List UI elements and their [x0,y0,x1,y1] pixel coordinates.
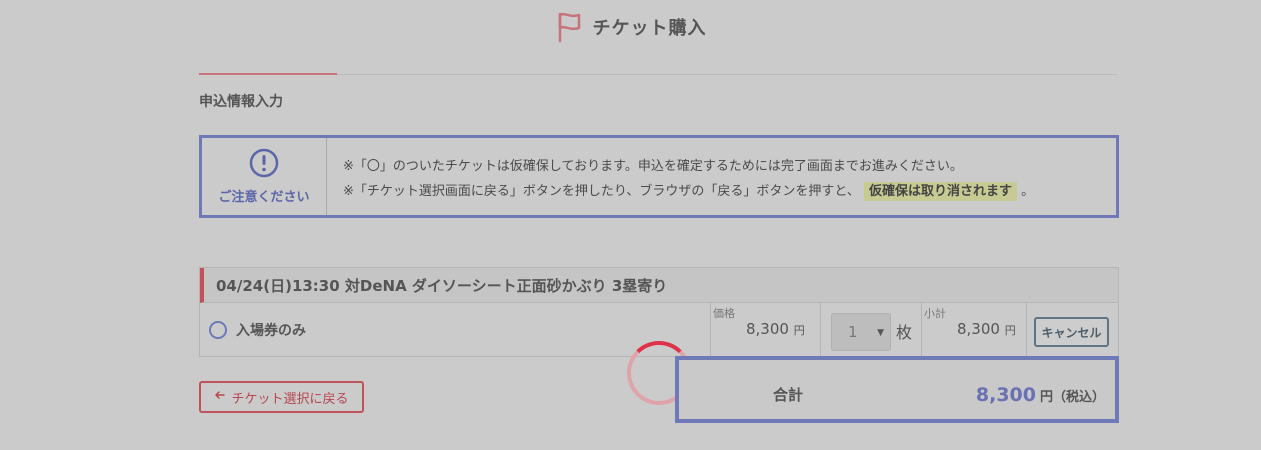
price-label: 価格 [713,307,735,320]
subtotal-unit: 円 [1004,324,1016,337]
divider [1026,303,1027,356]
page-header: チケット購入 [0,10,1261,44]
tab-bar [199,73,1118,75]
quantity-unit: 枚 [896,323,913,342]
notice-box: ご注意ください ※「〇」のついたチケットは仮確保しております。申込を確定するため… [199,135,1119,218]
quantity-select[interactable]: 1 ▼ [831,313,891,351]
ticket-radio[interactable] [209,321,227,339]
divider [710,303,711,356]
price-unit: 円 [793,324,805,337]
notice-line-2-end: 。 [1021,184,1035,199]
divider [921,303,922,356]
total-label: 合計 [773,386,804,404]
notice-highlight: 仮確保は取り消されます [864,182,1018,201]
back-to-ticket-selection-button[interactable]: チケット選択に戻る [199,381,364,413]
total-value: 8,300 円（税込） [976,384,1105,406]
back-button-label: チケット選択に戻る [231,391,349,407]
ticket-name: 入場券のみ [236,323,306,339]
notice-line-1: ※「〇」のついたチケットは仮確保しております。申込を確定するためには完了画面まで… [343,159,963,174]
ticket-heading: 04/24(日)13:30 対DeNA ダイソーシート正面砂かぶり 3塁寄り [200,268,1118,303]
cancel-button[interactable]: キャンセル [1034,317,1109,347]
notice-text: ※「〇」のついたチケットは仮確保しております。申込を確定するためには完了画面まで… [327,138,1116,215]
notice-header: ご注意ください [202,138,327,215]
flag-icon [555,11,583,43]
notice-line-2: ※「チケット選択画面に戻る」ボタンを押したり、ブラウザの「戻る」ボタンを押すと、… [343,179,1116,204]
quantity-value: 1 [848,323,858,341]
subtotal-number: 8,300 [957,320,1000,338]
total-amount: 8,300 [975,384,1036,406]
section-title: 申込情報入力 [199,94,283,110]
divider [820,303,821,356]
notice-line-2-text: ※「チケット選択画面に戻る」ボタンを押したり、ブラウザの「戻る」ボタンを押すと、 [343,184,860,199]
total-box: 合計 8,300 円（税込） [675,356,1119,423]
chevron-down-icon: ▼ [877,328,884,338]
arrow-left-icon [214,389,226,405]
notice-label: ご注意ください [218,190,310,205]
total-unit: 円（税込） [1039,390,1105,405]
price-number: 8,300 [746,320,789,338]
active-tab-indicator [199,73,337,75]
price-value: 8,300 円 [746,320,805,338]
subtotal-value: 8,300 円 [957,320,1016,338]
subtotal-label: 小計 [924,307,946,320]
page-title: チケット購入 [592,18,707,39]
exclamation-circle-icon [249,148,279,182]
